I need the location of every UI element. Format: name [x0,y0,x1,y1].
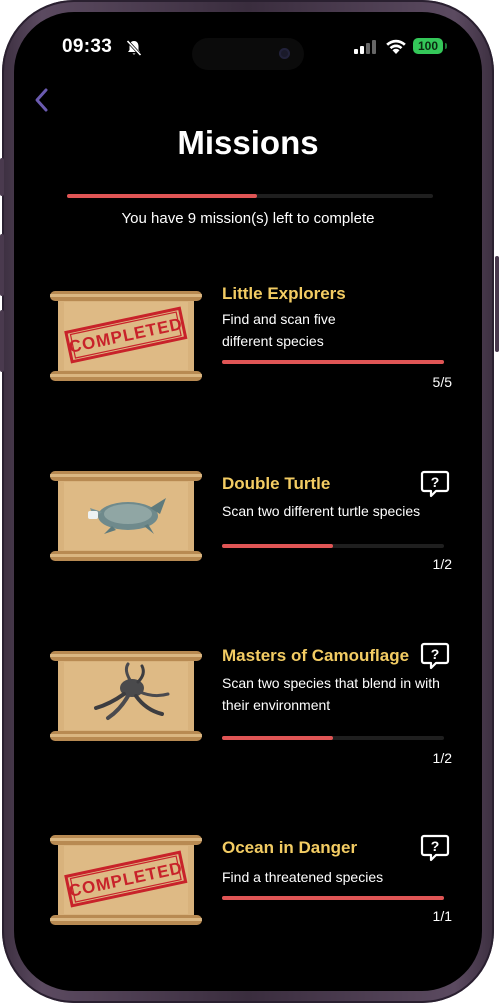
mission-scroll-image: COMPLETED [50,288,202,384]
volume-up-button [0,234,4,296]
back-chevron-icon[interactable] [32,86,54,114]
mission-scroll-image [50,468,202,564]
action-button [0,158,4,196]
mission-scroll-image: COMPLETED [50,832,202,928]
mission-progress-fill [222,896,444,900]
screen: 09:33 100 Missions You have 9 mission(s)… [14,12,482,991]
mission-progress-fill [222,360,444,364]
mission-scroll-image [50,648,202,744]
wifi-icon [386,39,406,54]
volume-down-button [0,310,4,372]
help-bubble-icon[interactable]: ? [419,468,451,500]
mission-count: 1/2 [432,556,452,572]
mission-progress-bar [222,896,444,900]
missions-left-text: You have 9 mission(s) left to complete [121,210,375,227]
page-title: Missions [177,124,319,161]
mission-title: Masters of Camouflage [222,646,410,665]
help-bubble-icon[interactable]: ? [419,832,451,864]
camera-icon [279,48,290,59]
svg-text:?: ? [431,838,440,854]
mission-progress-fill [222,544,333,548]
power-button [495,256,499,352]
svg-text:?: ? [431,646,440,662]
mission-count: 5/5 [432,374,452,390]
mission-title: Ocean in Danger [222,838,358,857]
mission-description: Find a threatened species [222,869,384,885]
dynamic-island [192,38,304,70]
mission-description: Scan two different turtle species [222,503,421,519]
help-bubble-icon[interactable]: ? [419,640,451,672]
mission-count: 1/2 [432,750,452,766]
cellular-signal-icon [354,40,376,54]
overall-progress-bar [67,194,433,198]
bell-slash-icon [126,39,142,57]
overall-progress-fill [67,194,258,198]
battery-nub [445,43,447,49]
mission-progress-bar [222,360,444,364]
mission-title: Little Explorers [222,284,346,303]
mission-progress-fill [222,736,333,740]
svg-text:?: ? [431,474,440,490]
mission-progress-bar [222,736,444,740]
mission-count: 1/1 [432,908,452,924]
status-time: 09:33 [62,36,113,57]
mission-description: Scan two species that blend in with thei… [222,675,440,713]
mission-title: Double Turtle [222,474,331,493]
battery-icon: 100 [413,38,443,54]
mission-description: Find and scan five different species [222,311,336,349]
mission-progress-bar [222,544,444,548]
